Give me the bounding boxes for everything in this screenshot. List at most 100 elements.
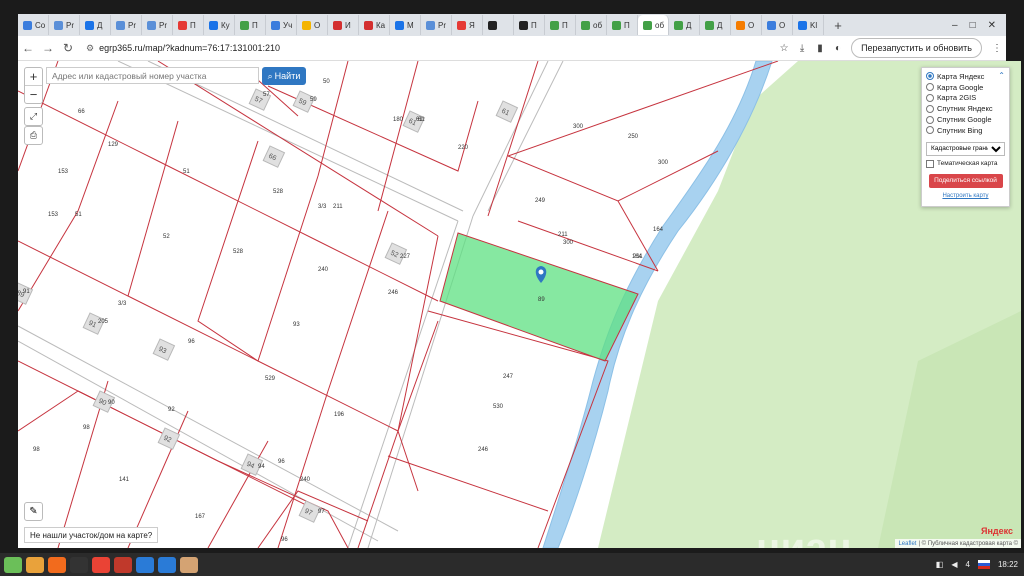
parcel-number-label: 51 [75,212,82,218]
browser-tab[interactable]: М [390,15,421,35]
menu-icon[interactable]: ⋮ [988,43,1006,54]
layer-option[interactable]: Карта 2GIS [926,93,1005,104]
browser-tab[interactable]: П [173,15,204,35]
tab-favicon-icon [147,20,156,30]
browser-tab[interactable]: Д [669,15,700,35]
download-icon[interactable]: ⤓ [793,43,811,54]
browser-tab[interactable]: И [328,15,359,35]
address-bar[interactable]: ⚙ egrp365.ru/map/?kadnum=76:17:131001:21… [86,39,767,57]
find-button[interactable]: ⌕ Найти [262,67,306,85]
camera-icon[interactable] [136,556,154,573]
radio-icon[interactable] [926,72,934,81]
not-found-button[interactable]: Не нашли участок/дом на карте? [24,527,159,543]
shop-icon[interactable] [114,556,132,573]
layer-option[interactable]: Карта Яндекс [926,71,1005,82]
reload-icon[interactable]: ↻ [58,41,78,55]
print-icon[interactable]: ⎙ [24,126,43,145]
tab-label: О [314,20,321,30]
browser-tab[interactable]: Со [18,15,49,35]
tab-label: Д [97,20,103,30]
notification-count[interactable]: 4 [966,560,970,569]
tab-label: П [531,20,537,30]
volume-icon[interactable]: ◀ [951,560,957,569]
new-tab-button[interactable]: + [830,18,846,33]
search-input[interactable] [46,67,259,84]
layer-option[interactable]: Спутник Google [926,114,1005,125]
browser-tab[interactable]: П [514,15,545,35]
layer-option[interactable]: Карта Google [926,82,1005,93]
side-panel-icon[interactable]: ▮ [811,43,829,54]
share-link-button[interactable]: Поделиться ссылкой [928,173,1003,188]
radio-icon[interactable] [926,126,934,135]
browser-tab[interactable]: Я [452,15,483,35]
layer-option-label: Спутник Google [937,115,992,125]
collapse-chevron-icon[interactable]: ⌃ [998,71,1005,80]
clock[interactable]: 18:22 [998,560,1018,569]
profile-icon[interactable]: ◐ [829,43,847,54]
browser-tab[interactable]: П [545,15,576,35]
cadastral-map[interactable]: 57 59 61 61 66 52 89 91 93 90 92 94 97 57 50 59 61 180 61… [18,61,1021,548]
box-icon[interactable] [180,556,198,573]
browser-tab[interactable]: Pr [111,15,142,35]
map-canvas[interactable]: 57 596161665289919390929497 57505961180 61… [18,61,1021,548]
network-icon[interactable]: ◧ [936,560,944,569]
house-outline: 92 [157,427,181,450]
menu-icon[interactable] [4,556,22,573]
edit-pencil-icon[interactable]: ✎ [24,502,43,521]
parcel-number-label: 205 [98,319,109,325]
fullscreen-icon[interactable]: ⤢ [24,107,43,126]
tab-favicon-icon [426,20,435,30]
maximize-icon[interactable]: □ [970,20,976,31]
minimize-icon[interactable]: – [952,20,958,31]
parcel-number-label: 98 [83,425,90,431]
browser-tab[interactable]: Ка [359,15,390,35]
browser-tab[interactable]: об [576,15,607,35]
layer-option[interactable]: Спутник Яндекс [926,103,1005,114]
firefox-icon[interactable] [48,556,66,573]
tab-favicon-icon [271,20,280,30]
notes-icon[interactable] [158,556,176,573]
language-flag-icon[interactable] [977,560,990,569]
browser-tab[interactable]: Д [80,15,111,35]
radio-icon[interactable] [926,93,934,102]
tab-label: об [655,20,665,30]
tab-favicon-icon [302,20,311,30]
radio-icon[interactable] [926,115,934,124]
overlay-select[interactable]: Кадастровые границы [926,141,1005,156]
terminal-icon[interactable] [70,556,88,573]
files-icon[interactable] [26,556,44,573]
layer-option-label: Карта Яндекс [937,71,985,81]
forward-icon[interactable]: → [38,41,58,55]
relaunch-button[interactable]: Перезапустить и обновить [851,38,982,58]
browser-tab[interactable]: об [638,15,669,35]
radio-icon[interactable] [926,83,934,92]
browser-tab[interactable]: О [731,15,762,35]
browser-tab[interactable]: Ку [204,15,235,35]
browser-tab[interactable]: Д [700,15,731,35]
site-info-icon[interactable]: ⚙ [86,43,94,54]
browser-tab[interactable]: О [762,15,793,35]
parcel-number-label: 247 [503,374,514,380]
browser-tab[interactable]: Kl [793,15,824,35]
radio-icon[interactable] [926,104,934,113]
leaflet-link[interactable]: Leaflet [898,541,916,547]
browser-tab[interactable]: П [235,15,266,35]
parcel-number-label: 90 [108,400,115,406]
browser-tab[interactable] [483,15,514,35]
browser-tab[interactable]: Pr [421,15,452,35]
zoom-out-button[interactable]: − [25,86,42,103]
browser-tab[interactable]: О [297,15,328,35]
browser-tab[interactable]: П [607,15,638,35]
chrome-icon[interactable] [92,556,110,573]
layer-option[interactable]: Спутник Bing [926,125,1005,136]
browser-tab[interactable]: Pr [49,15,80,35]
bookmark-star-icon[interactable]: ☆ [775,43,793,54]
setup-map-link[interactable]: Настроить карту [926,193,1005,199]
browser-tab[interactable]: Уч [266,15,297,35]
thematic-checkbox[interactable]: Тематическая карта [926,159,1005,168]
tab-label: об [593,20,603,30]
browser-tab[interactable]: Pr [142,15,173,35]
close-icon[interactable]: ✕ [988,20,996,31]
back-icon[interactable]: ← [18,41,38,55]
zoom-in-button[interactable]: + [25,68,42,86]
